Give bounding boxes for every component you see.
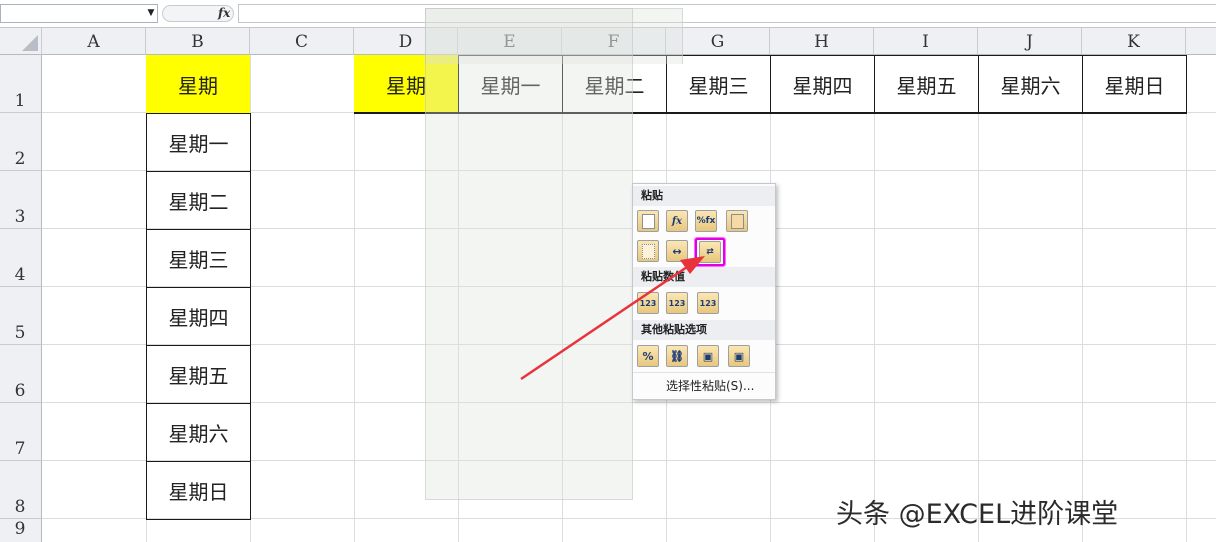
select-all-triangle-icon: [22, 35, 38, 51]
column-header-j[interactable]: J: [978, 28, 1082, 55]
cell-b3[interactable]: 星期二: [146, 171, 251, 230]
paste-icon[interactable]: [637, 210, 659, 232]
cell-b4[interactable]: 星期三: [146, 229, 251, 288]
row-header-6[interactable]: 6: [0, 345, 42, 403]
annotation-arrow-icon: [520, 256, 705, 381]
grid-line: [1082, 55, 1083, 542]
cell-h1[interactable]: 星期四: [770, 55, 875, 113]
row-header-8[interactable]: 8: [0, 461, 42, 519]
cell-k1[interactable]: 星期日: [1082, 55, 1187, 113]
row-header-3[interactable]: 3: [0, 171, 42, 229]
row-header-2[interactable]: 2: [0, 113, 42, 171]
row-header-7[interactable]: 7: [0, 403, 42, 461]
menu-section-paste: 粘贴: [633, 186, 775, 206]
formula-input[interactable]: [238, 4, 1216, 23]
cell-b5[interactable]: 星期四: [146, 287, 251, 346]
grid-line: [978, 55, 979, 542]
paste-formulas-icon[interactable]: fx: [666, 210, 688, 232]
grid-line: [1186, 55, 1187, 542]
cell-b1[interactable]: 星期: [146, 55, 250, 113]
cell-b7[interactable]: 星期六: [146, 403, 251, 462]
cell-j1[interactable]: 星期六: [978, 55, 1083, 113]
column-header-c[interactable]: C: [250, 28, 354, 55]
cell-b8[interactable]: 星期日: [146, 461, 251, 520]
grid-line: [874, 55, 875, 542]
watermark: 头条 @EXCEL进阶课堂: [836, 499, 1119, 530]
cell-b2[interactable]: 星期一: [146, 113, 251, 172]
row-header-5[interactable]: 5: [0, 287, 42, 345]
row-header-4[interactable]: 4: [0, 229, 42, 287]
column-header-k[interactable]: K: [1082, 28, 1186, 55]
column-header-h[interactable]: H: [770, 28, 874, 55]
cell-b6[interactable]: 星期五: [146, 345, 251, 404]
column-header-l[interactable]: [1186, 28, 1216, 55]
row-header-1[interactable]: 1: [0, 55, 42, 113]
name-box[interactable]: [0, 4, 158, 23]
name-box-dropdown-icon[interactable]: ▼: [144, 6, 158, 20]
column-header-i[interactable]: I: [874, 28, 978, 55]
paste-formulas-number-format-icon[interactable]: %fx: [695, 210, 717, 232]
grid-line: [354, 55, 355, 542]
column-header-a[interactable]: A: [42, 28, 146, 55]
column-header-b[interactable]: B: [146, 28, 250, 55]
insert-function-icon[interactable]: fx: [218, 6, 234, 22]
row-header-9[interactable]: 9: [0, 519, 42, 542]
keep-source-formatting-icon[interactable]: [726, 210, 748, 232]
cell-i1[interactable]: 星期五: [874, 55, 979, 113]
